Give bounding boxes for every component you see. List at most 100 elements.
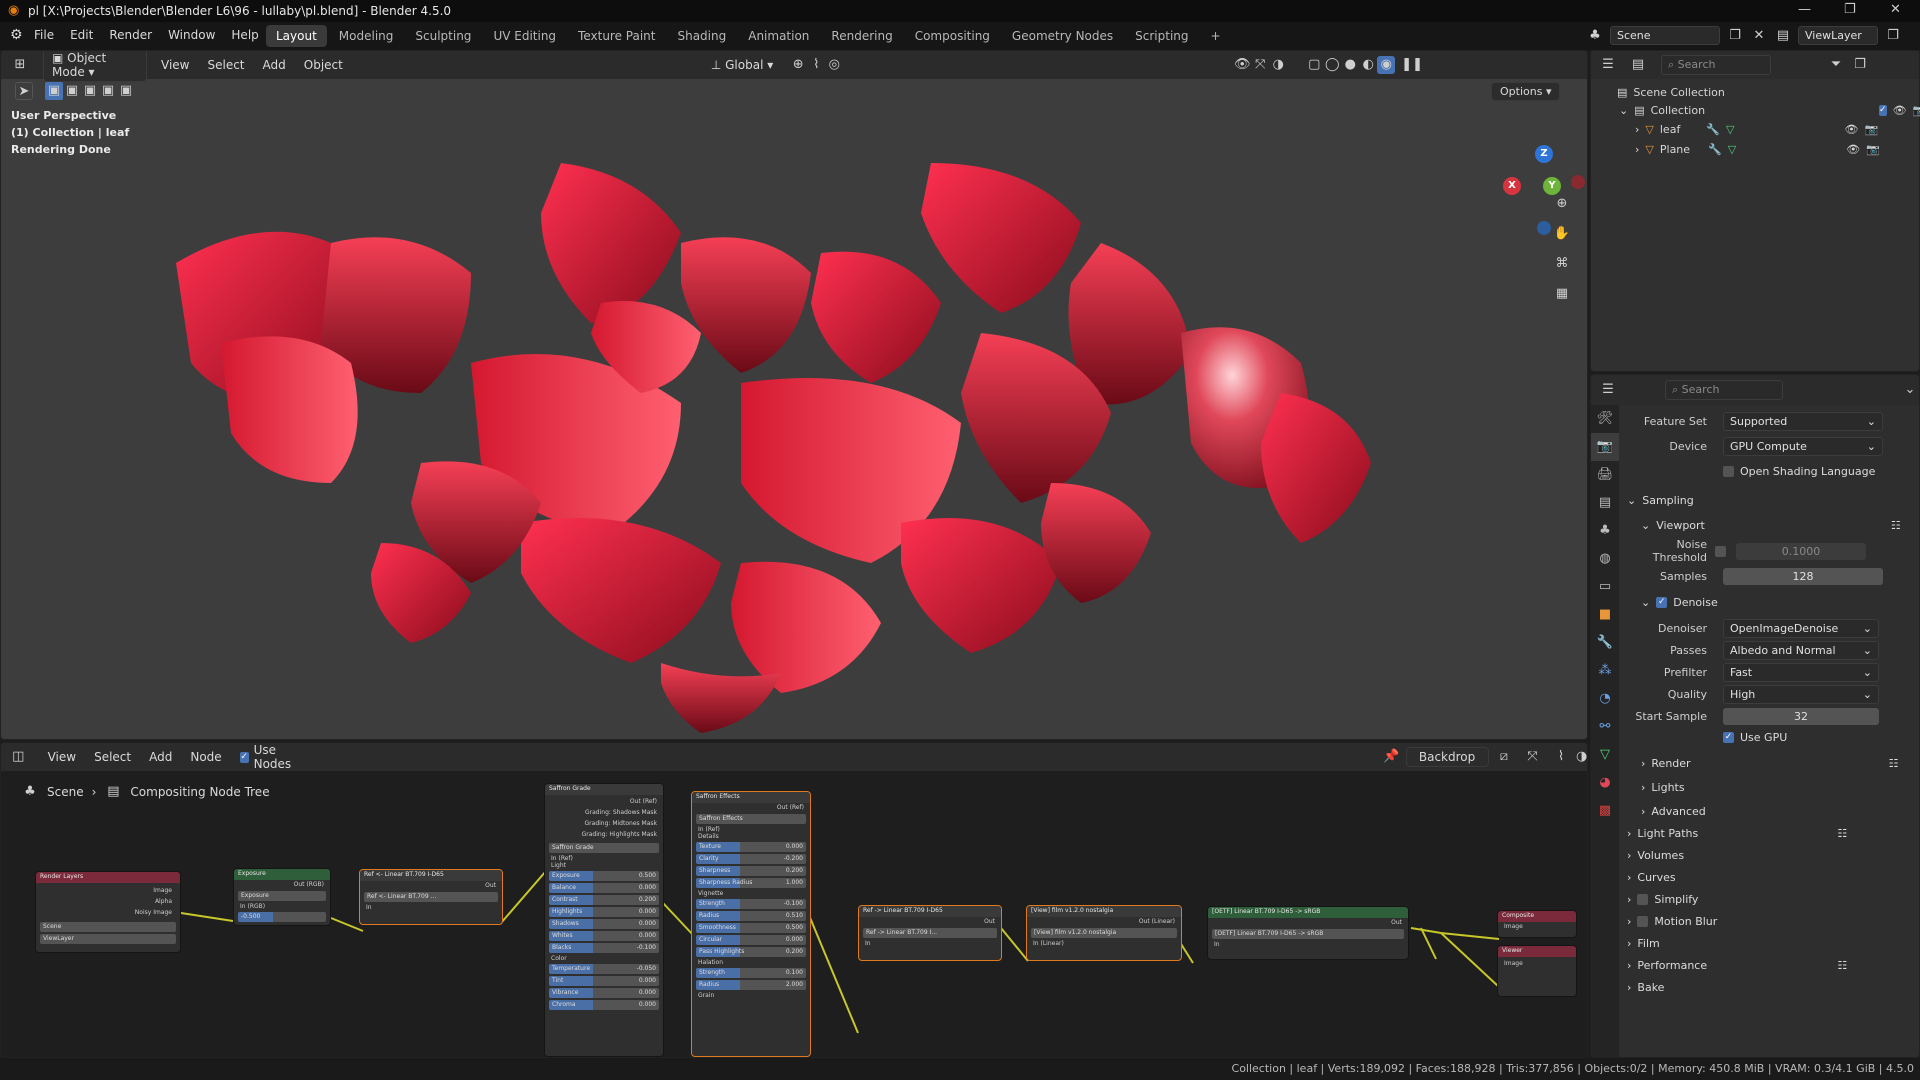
panel-simplify[interactable]: › Simplify [1627, 888, 1917, 910]
scene-collection-row[interactable]: ▤ Scene Collection [1617, 83, 1919, 101]
group-field[interactable]: Saffron Effects [696, 814, 806, 824]
exclude-checkbox[interactable]: ✓ [1879, 104, 1887, 116]
panel-bake[interactable]: › Bake [1627, 976, 1917, 998]
proportional-edit-icon[interactable]: ◎ [825, 56, 843, 74]
presets-icon[interactable]: ☷ [1889, 757, 1899, 770]
mesh-data-icon[interactable]: ▽ [1728, 143, 1736, 156]
menu-render[interactable]: Render [109, 28, 152, 42]
viewport-subpanel-header[interactable]: ⌄ Viewport ☷ [1627, 514, 1917, 536]
props-editor-type-icon[interactable]: ☰ [1599, 381, 1617, 399]
outliner-search-input[interactable]: ⌕ Search [1661, 55, 1771, 75]
axis-x-icon[interactable]: X [1503, 177, 1521, 195]
panel-curves[interactable]: › Curves [1627, 866, 1917, 888]
samples-field[interactable]: 128 [1723, 567, 1883, 585]
node-view-film[interactable]: [View] film v1.2.0 nostalgia Out (Linear… [1026, 905, 1182, 961]
tab-rendering[interactable]: Rendering [821, 25, 902, 47]
pivot-icon[interactable]: ⊕ [789, 56, 807, 74]
constraints-tab-icon[interactable]: ⚯ [1591, 713, 1619, 741]
mode-dropdown[interactable]: ▣ Object Mode ▾ [43, 51, 147, 82]
chevron-down-icon[interactable]: ⌄ [1619, 104, 1628, 117]
exposure-mode-field[interactable]: Exposure [238, 891, 326, 901]
denoise-checkbox[interactable]: ✓ [1656, 596, 1668, 608]
chevron-right-icon[interactable]: › [1635, 123, 1639, 136]
menu-window[interactable]: Window [168, 28, 215, 42]
physics-tab-icon[interactable]: ◔ [1591, 685, 1619, 713]
param-field[interactable]: Tint 0.000 [549, 976, 659, 986]
use-gpu-checkbox[interactable]: ✓ [1723, 731, 1734, 743]
node-viewer[interactable]: Viewer Image [1497, 945, 1577, 997]
new-collection-icon[interactable]: ❐ [1851, 56, 1869, 74]
editor-type-icon[interactable]: ⊞ [11, 56, 29, 74]
camera-icon[interactable]: 📷 [1864, 123, 1878, 136]
modifier-tab-icon[interactable]: 🔧 [1591, 629, 1619, 657]
axis-neg-x-icon[interactable] [1571, 175, 1585, 189]
mesh-data-icon[interactable]: ▽ [1726, 123, 1734, 136]
collection-tab-icon[interactable]: ▭ [1591, 573, 1619, 601]
param-field[interactable]: Vibrance 0.000 [549, 988, 659, 998]
node-ref-in[interactable]: Ref <- Linear BT.709 I-D65 Out Ref <- Li… [359, 869, 503, 925]
tab-geometry-nodes[interactable]: Geometry Nodes [1002, 25, 1123, 47]
pause-render-icon[interactable]: ❚❚ [1401, 56, 1423, 74]
select-new-icon[interactable]: ▣ [45, 82, 63, 100]
param-field[interactable]: Exposure 0.500 [549, 871, 659, 881]
param-field[interactable]: Texture 0.000 [696, 842, 806, 852]
param-field[interactable]: Sharpness 0.200 [696, 866, 806, 876]
display-mode-icon[interactable]: ▤ [1629, 56, 1647, 74]
tab-modeling[interactable]: Modeling [329, 25, 404, 47]
param-field[interactable]: Balance 0.000 [549, 883, 659, 893]
chevron-right-icon[interactable]: › [1635, 143, 1639, 156]
axis-y-icon[interactable]: Y [1543, 177, 1561, 195]
new-scene-icon[interactable]: ❐ [1726, 27, 1744, 45]
group-field[interactable]: Ref <- Linear BT.709 ... [364, 892, 498, 902]
presets-icon[interactable]: ☷ [1837, 959, 1847, 972]
panel-motion-blur[interactable]: › Motion Blur [1627, 910, 1917, 932]
param-field[interactable]: Sharpness Radius 1.000 [696, 878, 806, 888]
vp-menu-select[interactable]: Select [207, 58, 244, 72]
panel-light-paths[interactable]: › Light Paths ☷ [1627, 822, 1917, 844]
passes-dropdown[interactable]: Albedo and Normal ⌄ [1723, 640, 1879, 660]
panel-film[interactable]: › Film [1627, 932, 1917, 954]
modifier-wrench-icon[interactable]: 🔧 [1706, 123, 1720, 136]
props-options-icon[interactable]: ⌄ [1901, 381, 1919, 399]
vp-menu-add[interactable]: Add [263, 58, 286, 72]
add-workspace-icon[interactable]: + [1201, 25, 1231, 47]
param-field[interactable]: Pass Highlights 0.200 [696, 947, 806, 957]
3d-viewport[interactable]: ⊞ ▣ Object Mode ▾ View Select Add Object… [0, 50, 1588, 740]
param-field[interactable]: Smoothness 0.500 [696, 923, 806, 933]
new-view-layer-icon[interactable]: ❐ [1884, 27, 1902, 45]
menu-help[interactable]: Help [231, 28, 258, 42]
denoiser-dropdown[interactable]: OpenImageDenoise ⌄ [1723, 618, 1879, 638]
tab-compositing[interactable]: Compositing [905, 25, 1000, 47]
param-field[interactable]: Highlights 0.000 [549, 907, 659, 917]
compositor-node-editor[interactable]: ◫ View Select Add Node ✓ Use Nodes 📌 Bac… [0, 742, 1588, 1058]
lights-subpanel-header[interactable]: › Lights [1627, 776, 1917, 798]
tab-sculpting[interactable]: Sculpting [405, 25, 481, 47]
render-subpanel-header[interactable]: › Render ☷ [1627, 752, 1917, 774]
overlay-toggle-icon[interactable]: ◑ [1269, 56, 1287, 74]
tab-layout[interactable]: Layout [266, 25, 327, 47]
group-field[interactable]: [OETF] Linear BT.709 I-D65 -> sRGB [1212, 929, 1404, 939]
presets-icon[interactable]: ☷ [1837, 827, 1847, 840]
world-tab-icon[interactable]: ◍ [1591, 545, 1619, 573]
options-button[interactable]: Options ▾ [1491, 81, 1561, 101]
outliner-editor-type-icon[interactable]: ☰ [1599, 56, 1617, 74]
filter-icon[interactable]: ⏷ [1827, 56, 1845, 74]
eye-icon[interactable]: 👁 [1844, 123, 1858, 136]
object-tab-icon[interactable]: ■ [1591, 601, 1619, 629]
sampling-panel-header[interactable]: ⌄ Sampling [1627, 489, 1917, 511]
tab-shading[interactable]: Shading [667, 25, 736, 47]
properties-search-input[interactable]: ⌕ Search [1665, 380, 1783, 400]
minimize-icon[interactable]: — [1798, 2, 1811, 17]
particles-tab-icon[interactable]: ⁂ [1591, 657, 1619, 685]
scene-field[interactable]: Scene [1610, 26, 1720, 45]
osl-checkbox[interactable] [1723, 465, 1734, 477]
group-field[interactable]: [View] film v1.2.0 nostalgia [1031, 928, 1177, 938]
pan-hand-icon[interactable]: ✋ [1553, 225, 1571, 243]
menu-file[interactable]: File [34, 28, 54, 42]
wireframe-shading-icon[interactable]: ◯ [1323, 56, 1341, 74]
quality-dropdown[interactable]: High ⌄ [1723, 684, 1879, 704]
param-field[interactable]: Shadows 0.000 [549, 919, 659, 929]
ortho-grid-icon[interactable]: ▦ [1553, 285, 1571, 303]
material-shading-icon[interactable]: ◐ [1359, 56, 1377, 74]
noise-threshold-checkbox[interactable] [1715, 545, 1726, 557]
